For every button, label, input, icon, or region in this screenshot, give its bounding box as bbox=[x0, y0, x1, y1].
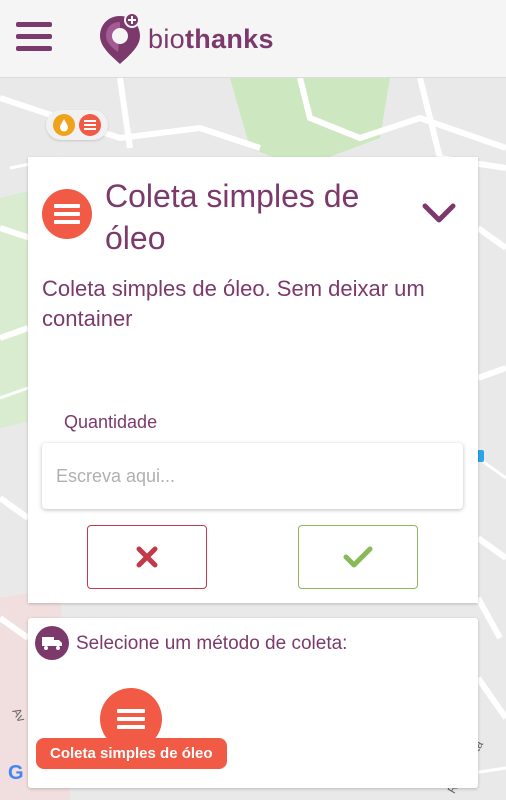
logo-prefix: bio bbox=[148, 23, 185, 54]
collection-method-card: Selecione um método de coleta: Coleta si… bbox=[28, 618, 478, 788]
map-marker-badges[interactable] bbox=[46, 110, 108, 140]
quantity-input[interactable] bbox=[42, 443, 463, 509]
map-attribution: G bbox=[8, 762, 24, 784]
app-logo[interactable]: biothanks bbox=[96, 12, 274, 66]
close-icon bbox=[136, 546, 158, 568]
check-icon bbox=[343, 546, 373, 568]
list-icon bbox=[42, 189, 92, 239]
method-title: Selecione um método de coleta: bbox=[76, 633, 348, 654]
list-icon bbox=[117, 709, 145, 729]
service-description: Coleta simples de óleo. Sem deixar um co… bbox=[42, 276, 425, 331]
app-header: biothanks bbox=[0, 0, 506, 78]
method-option-label[interactable]: Coleta simples de óleo bbox=[36, 738, 227, 769]
quantity-label: Quantidade bbox=[64, 412, 158, 432]
chevron-down-icon[interactable] bbox=[422, 201, 456, 227]
service-detail-card: Coleta simples de óleo Coleta simples de… bbox=[28, 157, 478, 603]
confirm-button[interactable] bbox=[298, 525, 418, 589]
logo-suffix: thanks bbox=[184, 23, 274, 54]
pin-drop-logo-icon bbox=[100, 12, 140, 64]
hamburger-menu-icon[interactable] bbox=[16, 22, 52, 54]
list-icon bbox=[79, 114, 101, 136]
truck-icon bbox=[35, 626, 69, 660]
oil-drop-icon bbox=[53, 114, 75, 136]
logo-wordmark: biothanks bbox=[148, 24, 274, 55]
service-title: Coleta simples de óleo bbox=[105, 178, 360, 256]
cancel-button[interactable] bbox=[87, 525, 207, 589]
